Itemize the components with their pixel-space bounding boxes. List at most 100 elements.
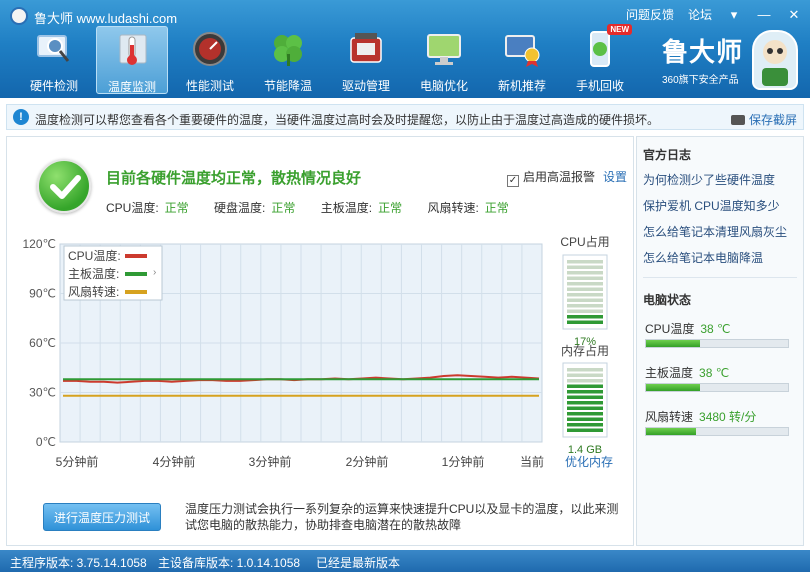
legend-label: 风扇转速: xyxy=(68,284,119,299)
cpu-usage-segment xyxy=(567,320,603,324)
log-link[interactable]: 怎么给笔记本清理风扇灰尘 xyxy=(643,223,787,240)
y-tick-label: 0℃ xyxy=(36,435,56,449)
monitor-magnifier-icon xyxy=(35,30,73,68)
cpu-usage-segment xyxy=(567,298,603,302)
ludashi-logo-icon xyxy=(10,7,28,25)
x-tick-label: 5分钟前 xyxy=(56,454,99,469)
log-link[interactable]: 怎么给笔记本电脑降温 xyxy=(643,249,763,266)
stress-test-button[interactable]: 进行温度压力测试 xyxy=(43,503,161,531)
cpu-usage-segment xyxy=(567,282,603,286)
optimize-memory-link[interactable]: 优化内存 xyxy=(565,455,613,469)
phone-recycle-icon xyxy=(581,30,619,68)
tab-pc-optimize[interactable]: 电脑优化 xyxy=(408,26,480,94)
thermometer-icon xyxy=(114,31,152,69)
legend-label: CPU温度: xyxy=(68,248,121,263)
stat-cpu-temp: CPU温度 38 ℃ xyxy=(645,320,731,337)
y-tick-label: 90℃ xyxy=(29,287,56,301)
menu-chevron-icon[interactable]: ▾ xyxy=(726,7,742,23)
tab-label: 电脑优化 xyxy=(419,79,468,93)
tab-phone-recycle[interactable]: NEW 手机回收 xyxy=(564,24,636,94)
alarm-checkbox[interactable]: ✓ xyxy=(507,175,519,187)
new-badge: NEW xyxy=(607,24,632,35)
stress-test-description: 温度压力测试会执行一系列复杂的运算来快速提升CPU以及显卡的温度，以此来测试您电… xyxy=(185,502,619,532)
x-tick-label: 4分钟前 xyxy=(153,454,196,469)
stat-value: 38 ℃ xyxy=(700,322,731,336)
info-bar: ! 温度检测可以帮您查看各个重要硬件的温度，当硬件温度过高时会及时提醒您，以防止… xyxy=(6,104,804,130)
status-bar: 主程序版本: 3.75.14.1058 主设备库版本: 1.0.14.1058 … xyxy=(0,550,810,572)
memory-usage-segment xyxy=(567,384,603,388)
feedback-link[interactable]: 问题反馈 xyxy=(626,6,674,23)
board-temp-bar-fill xyxy=(646,384,700,391)
cpu-temp-bar xyxy=(645,339,789,348)
memory-usage-segment xyxy=(567,428,603,432)
memory-usage-segment xyxy=(567,423,603,427)
memory-usage-segment xyxy=(567,406,603,410)
status-label: 硬盘温度: xyxy=(214,201,266,215)
memory-usage-segment xyxy=(567,390,603,394)
memory-usage-segment xyxy=(567,401,603,405)
tab-label: 手机回收 xyxy=(575,79,624,93)
stat-label: CPU温度 xyxy=(645,322,695,336)
tab-label: 驱动管理 xyxy=(341,79,390,93)
minimize-icon[interactable]: — xyxy=(756,7,772,22)
alarm-label: 启用高温报警 xyxy=(523,170,596,184)
forum-link[interactable]: 论坛 xyxy=(688,6,712,23)
cpu-usage-title: CPU占用 xyxy=(560,235,609,249)
temperature-chart: 120℃ 90℃ 60℃ 30℃ 0℃ 5分钟前 4分钟前 3分钟前 2分钟前 1分钟前 当前 C… xyxy=(23,235,614,469)
cpu-usage-segment xyxy=(567,271,603,275)
temperature-panel: 目前各硬件温度均正常，散热情况良好 CPU温度: 正常 硬盘温度: 正常 主板温度:… xyxy=(6,136,634,546)
y-tick-label: 120℃ xyxy=(23,237,57,251)
save-screenshot-label: 保存截屏 xyxy=(748,113,797,127)
tab-label: 新机推荐 xyxy=(497,79,546,93)
main-version: 主程序版本: 3.75.14.1058 xyxy=(10,556,147,570)
save-screenshot-link[interactable]: 保存截屏 xyxy=(730,111,797,128)
clover-icon xyxy=(269,30,307,68)
cpu-usage-segment xyxy=(567,304,603,308)
tab-hardware-check[interactable]: 硬件检测 xyxy=(18,26,90,94)
brand: 鲁大师 360旗下安全产品 xyxy=(662,32,743,86)
status-value: 正常 xyxy=(484,201,509,215)
status-title: 目前各硬件温度均正常，散热情况良好 xyxy=(106,170,362,187)
tab-performance[interactable]: 性能测试 xyxy=(174,26,246,94)
stat-label: 主板温度 xyxy=(645,366,694,380)
tab-new-pc[interactable]: 新机推荐 xyxy=(486,26,558,94)
tab-driver-manager[interactable]: 驱动管理 xyxy=(330,26,402,94)
settings-link[interactable]: 设置 xyxy=(603,170,627,184)
cpu-usage-segment xyxy=(567,265,603,269)
stat-value: 3480 转/分 xyxy=(699,410,757,424)
top-links: 问题反馈 论坛 ▾ — ✕ xyxy=(626,6,802,23)
speedometer-icon xyxy=(191,30,229,68)
cpu-usage-segment xyxy=(567,309,603,313)
app-title: 鲁大师 www.ludashi.com xyxy=(34,11,178,26)
close-icon[interactable]: ✕ xyxy=(786,7,802,23)
memory-usage-segment xyxy=(567,395,603,399)
tab-label: 硬件检测 xyxy=(29,79,78,93)
x-tick-label: 2分钟前 xyxy=(346,454,389,469)
db-version: 主设备库版本: 1.0.14.1058 xyxy=(158,556,301,570)
title-bar: 鲁大师 www.ludashi.com 问题反馈 论坛 ▾ — ✕ 硬件检测 温… xyxy=(0,0,810,98)
cpu-temp-bar-fill xyxy=(646,340,700,347)
tab-energy-saving[interactable]: 节能降温 xyxy=(252,26,324,94)
status-label: 主板温度: xyxy=(320,201,373,215)
status-value: 正常 xyxy=(164,201,189,215)
cpu-usage-segment xyxy=(567,315,603,319)
stat-label: 风扇转速 xyxy=(645,410,694,424)
tab-label: 性能测试 xyxy=(185,79,234,93)
info-icon: ! xyxy=(13,109,29,125)
fan-speed-bar xyxy=(645,427,789,436)
x-tick-label: 当前 xyxy=(520,454,544,469)
cpu-usage-segment xyxy=(567,287,603,291)
official-log-title: 官方日志 xyxy=(643,148,692,162)
log-link[interactable]: 保护爱机 CPU温度知多少 xyxy=(643,197,780,214)
fan-speed-bar-fill xyxy=(646,428,696,435)
divider xyxy=(643,277,797,278)
right-sidebar: 官方日志 为何检测少了些硬件温度 保护爱机 CPU温度知多少 怎么给笔记本清理风… xyxy=(636,136,804,546)
x-tick-label: 3分钟前 xyxy=(249,454,292,469)
info-text: 温度检测可以帮您查看各个重要硬件的温度，当硬件温度过高时会及时提醒您，以防止由于… xyxy=(35,113,660,127)
tab-temperature[interactable]: 温度监测 xyxy=(96,26,168,94)
log-link[interactable]: 为何检测少了些硬件温度 xyxy=(643,171,775,188)
cpu-usage-segment xyxy=(567,260,603,264)
tab-label: 节能降温 xyxy=(263,79,312,93)
status-label: 风扇转速: xyxy=(427,201,479,215)
stat-value: 38 ℃ xyxy=(699,366,730,380)
